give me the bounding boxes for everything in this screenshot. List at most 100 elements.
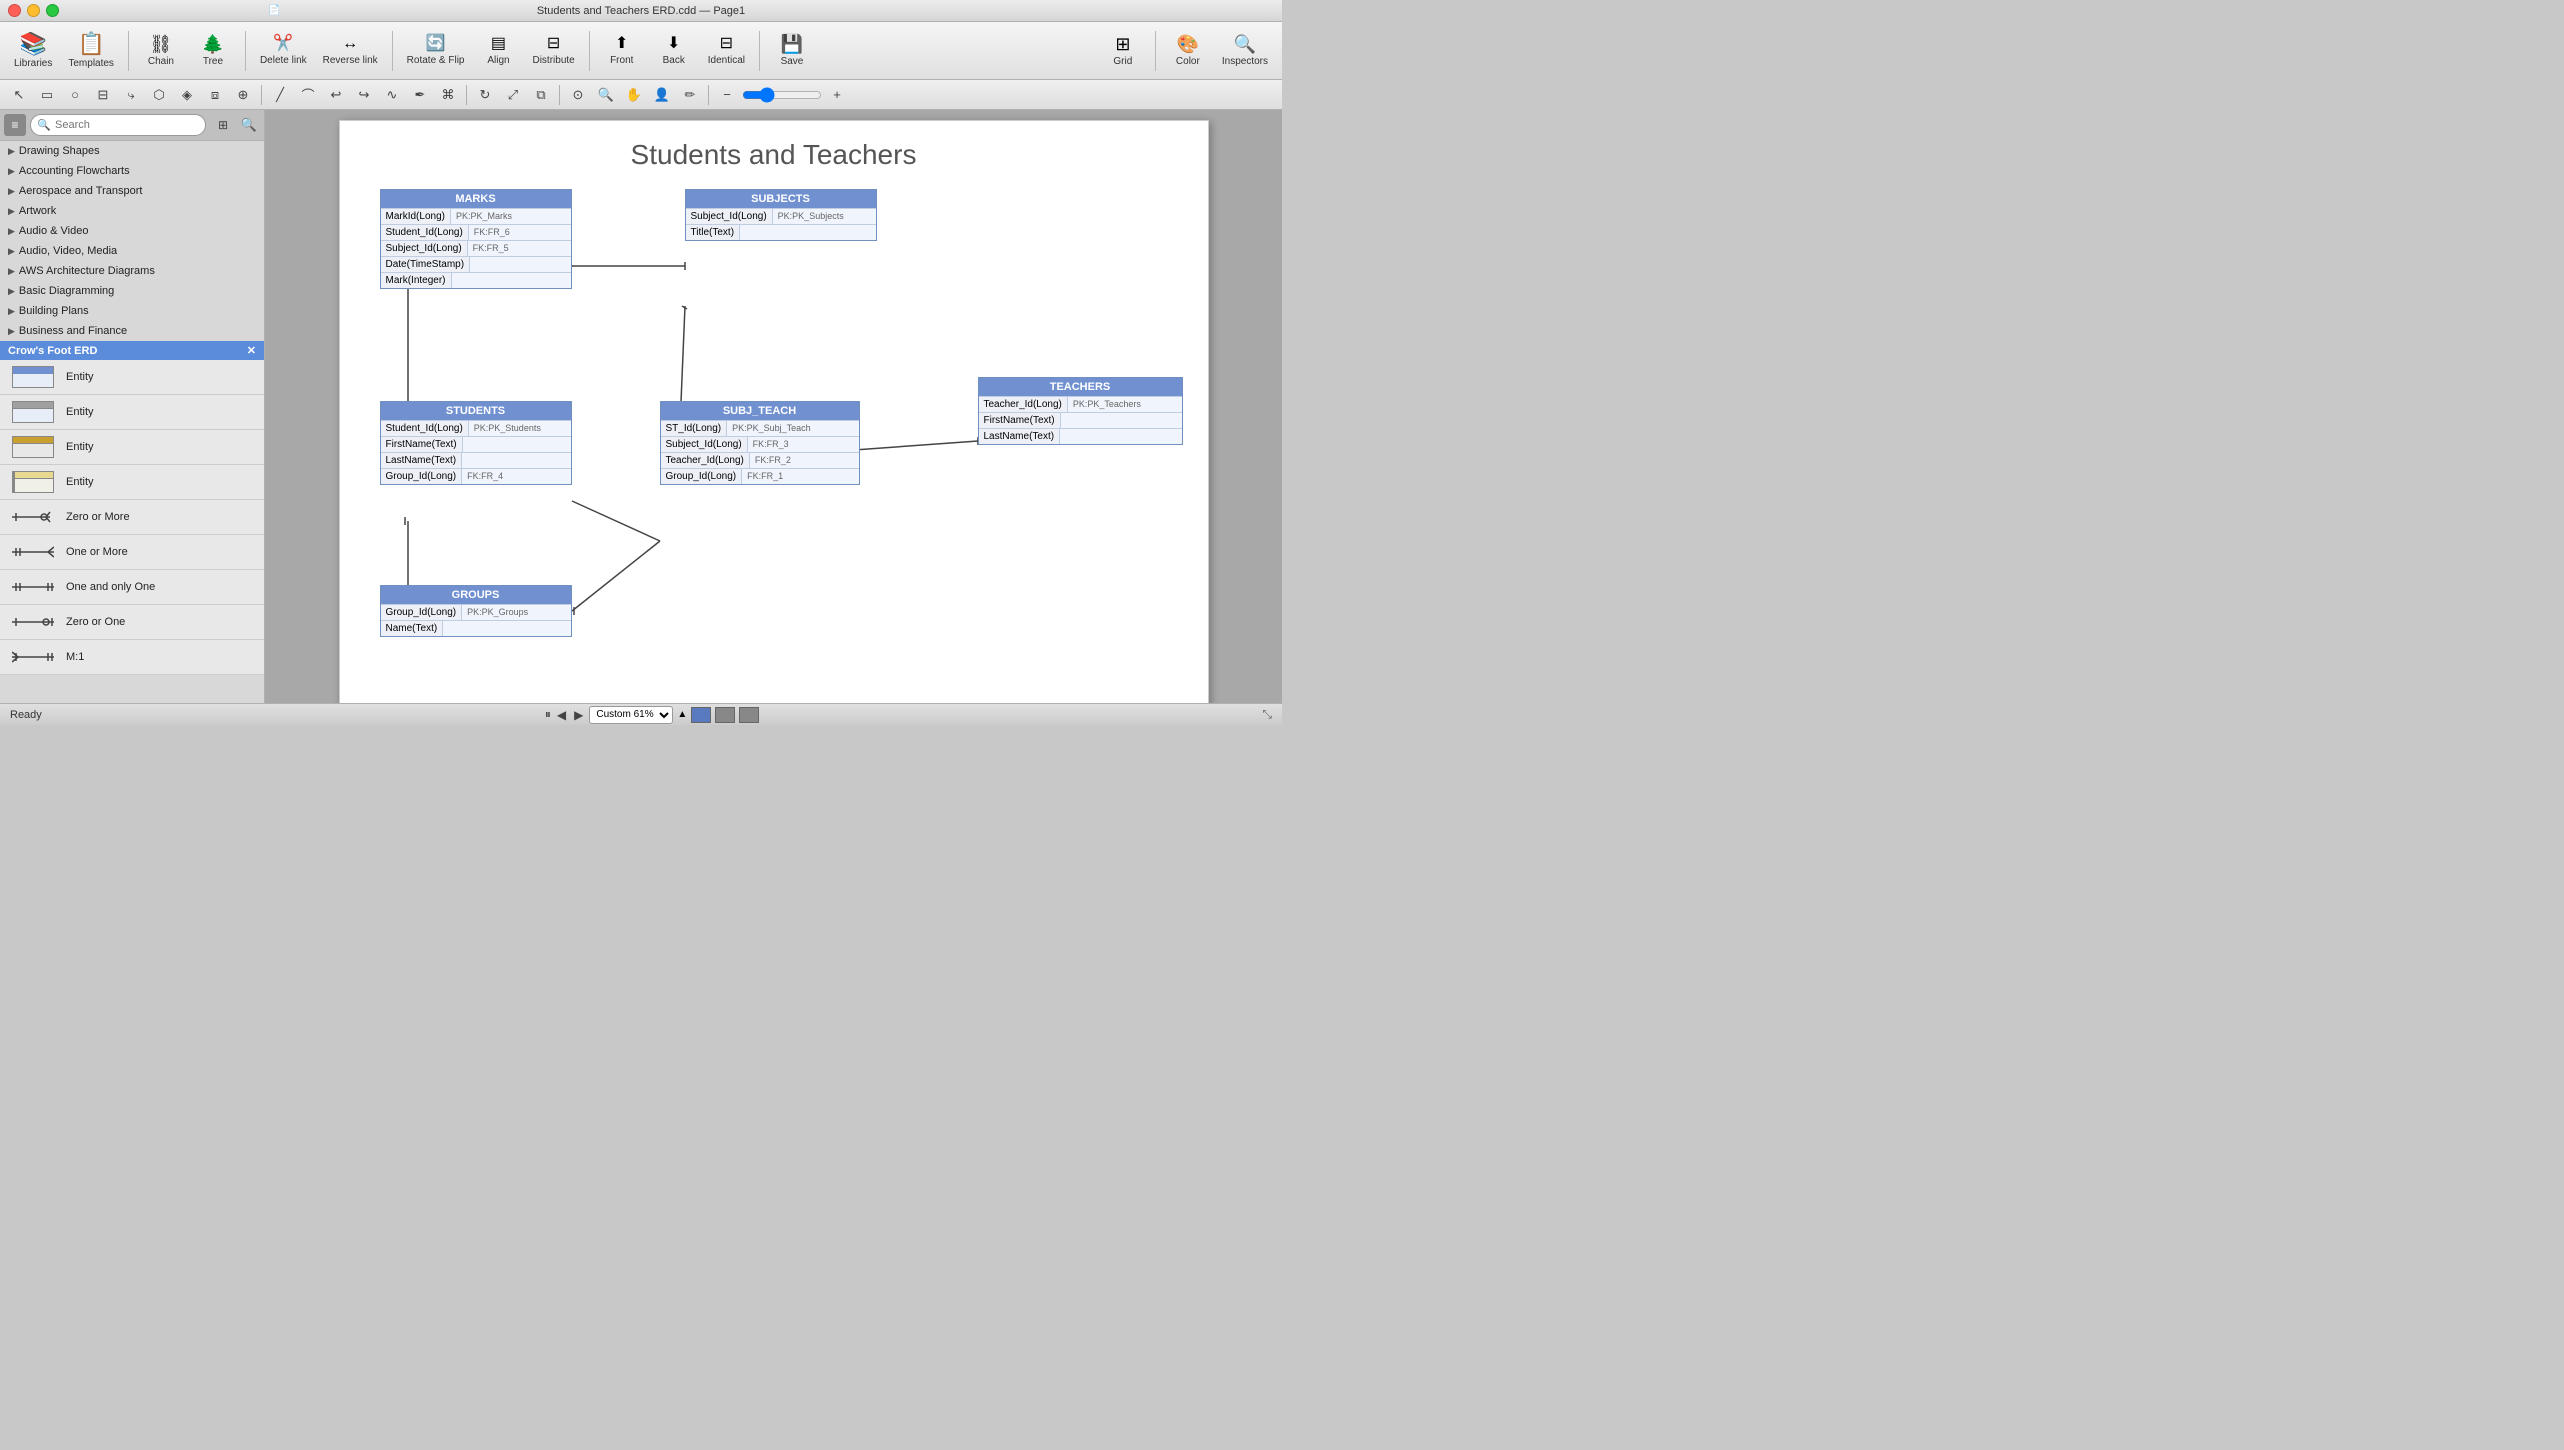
templates-button[interactable]: 📋 Templates [62,26,120,76]
zero-more-shape [12,509,54,525]
sidebar-item-accounting[interactable]: ▶ Accounting Flowcharts [0,161,264,181]
next-page-button[interactable]: ▶ [572,708,585,722]
sidebar-item-aws[interactable]: ▶ AWS Architecture Diagrams [0,261,264,281]
zoom-fit-tool[interactable]: ⊙ [565,83,591,107]
search-input[interactable] [30,114,206,136]
user-tool[interactable]: 👤 [649,83,675,107]
distribute-button[interactable]: ⊟ Distribute [526,26,580,76]
list-item[interactable]: M:1 [0,640,264,675]
list-item[interactable]: Entity [0,430,264,465]
main-content: ≡ 🔍 ⊞ 🔍 ▶ Drawing Shapes ▶ Accounting Fl… [0,110,1282,703]
poly-tool[interactable]: ⬡ [146,83,172,107]
select-tool[interactable]: ↖ [6,83,32,107]
chain-button[interactable]: ⛓ Chain [137,26,185,76]
line-tool[interactable]: ╱ [267,83,293,107]
view-mode-1[interactable] [691,707,711,723]
subj-teach-table[interactable]: SUBJ_TEACH ST_Id(Long) PK:PK_Subj_Teach … [660,401,860,485]
students-table[interactable]: STUDENTS Student_Id(Long) PK:PK_Students… [380,401,572,485]
teachers-table[interactable]: TEACHERS Teacher_Id(Long) PK:PK_Teachers… [978,377,1183,445]
subjects-table[interactable]: SUBJECTS Subject_Id(Long) PK:PK_Subjects… [685,189,877,241]
inspectors-button[interactable]: 🔍 Inspectors [1216,26,1274,76]
save-button[interactable]: 💾 Save [768,26,816,76]
expand-tool[interactable]: ⊕ [230,83,256,107]
distribute-icon: ⊟ [547,36,560,52]
rotate-flip-button[interactable]: 🔄 Rotate & Flip [401,26,471,76]
align-button[interactable]: ▤ Align [474,26,522,76]
color-button[interactable]: 🎨 Color [1164,26,1212,76]
pause-button[interactable]: ⏸ [545,707,551,722]
close-button[interactable] [8,4,21,17]
table-row: FirstName(Text) [979,412,1182,428]
table-row: Subject_Id(Long) FK:FR_5 [381,240,571,256]
pen-tool[interactable]: ✒ [407,83,433,107]
zoom-in-tool[interactable]: 🔍 [593,83,619,107]
grid-button[interactable]: ⊞ Grid [1099,26,1147,76]
sidebar-item-business-finance[interactable]: ▶ Business and Finance [0,321,264,341]
grid-view-button[interactable]: ⊞ [212,114,234,136]
libraries-button[interactable]: 📚 Libraries [8,26,58,76]
undo-tool[interactable]: ↩ [323,83,349,107]
maximize-button[interactable] [46,4,59,17]
list-item[interactable]: Entity [0,395,264,430]
zoom-select[interactable]: Custom 61% 50% 75% 100% 125% 150% [589,706,673,724]
redo-tool[interactable]: ↪ [351,83,377,107]
front-button[interactable]: ⬆ Front [598,26,646,76]
canvas-area[interactable]: Students and Teachers [265,110,1282,703]
delete-link-button[interactable]: ✂️ Delete link [254,26,313,76]
identical-button[interactable]: ⊟ Identical [702,26,751,76]
container-tool[interactable]: ⧈ [202,83,228,107]
sidebar-item-audio-video-media[interactable]: ▶ Audio, Video, Media [0,241,264,261]
minimize-button[interactable] [27,4,40,17]
list-item[interactable]: Zero or More [0,500,264,535]
active-section-header: Crow's Foot ERD ✕ [0,341,264,360]
m1-preview [10,644,56,670]
back-button[interactable]: ⬇ Back [650,26,698,76]
smartshape-tool[interactable]: ◈ [174,83,200,107]
freehand-tool[interactable]: ∿ [379,83,405,107]
table-tool[interactable]: ⊟ [90,83,116,107]
connector-tool[interactable]: ⤷ [118,83,144,107]
entity-shape-3 [12,436,54,458]
oval-tool[interactable]: ○ [62,83,88,107]
scale-tool[interactable]: ⤢ [500,83,526,107]
marks-table[interactable]: MARKS MarkId(Long) PK:PK_Marks Student_I… [380,189,572,289]
arc-tool[interactable]: ⌒ [295,83,321,107]
chain-icon: ⛓ [150,35,173,53]
zoom-slider[interactable] [742,88,822,102]
tree-button[interactable]: 🌲 Tree [189,26,237,76]
libraries-label: Libraries [14,58,52,69]
zoom-plus[interactable]: + [824,83,850,107]
tree-icon: 🌲 [202,35,224,53]
table-row: Student_Id(Long) FK:FR_6 [381,224,571,240]
list-item[interactable]: Zero or One [0,605,264,640]
sidebar-view-button[interactable]: ≡ [4,114,26,136]
color-label: Color [1176,56,1200,67]
prev-page-button[interactable]: ◀ [555,708,568,722]
rotate2-tool[interactable]: ↻ [472,83,498,107]
list-item[interactable]: Entity [0,465,264,500]
canvas[interactable]: Students and Teachers [339,120,1209,703]
list-item[interactable]: One or More [0,535,264,570]
entity-shape-2 [12,401,54,423]
sidebar-item-aerospace[interactable]: ▶ Aerospace and Transport [0,181,264,201]
view-mode-2[interactable] [715,707,735,723]
zoom-minus[interactable]: − [714,83,740,107]
filter-button[interactable]: 🔍 [238,114,260,136]
close-section-button[interactable]: ✕ [247,344,256,357]
bezier-tool[interactable]: ⌘ [435,83,461,107]
view-mode-3[interactable] [739,707,759,723]
list-item[interactable]: One and only One [0,570,264,605]
sidebar-item-drawing-shapes[interactable]: ▶ Drawing Shapes [0,141,264,161]
sidebar-item-artwork[interactable]: ▶ Artwork [0,201,264,221]
sidebar-item-building-plans[interactable]: ▶ Building Plans [0,301,264,321]
sidebar-item-basic-diagramming[interactable]: ▶ Basic Diagramming [0,281,264,301]
crop-tool[interactable]: ⧉ [528,83,554,107]
reverse-link-button[interactable]: ↔ Reverse link [317,26,384,76]
rect-tool[interactable]: ▭ [34,83,60,107]
pencil-tool[interactable]: ✏ [677,83,703,107]
list-item[interactable]: Entity [0,360,264,395]
groups-table[interactable]: GROUPS Group_Id(Long) PK:PK_Groups Name(… [380,585,572,637]
category-label: Building Plans [19,305,89,317]
pan-tool[interactable]: ✋ [621,83,647,107]
sidebar-item-audio-video[interactable]: ▶ Audio & Video [0,221,264,241]
